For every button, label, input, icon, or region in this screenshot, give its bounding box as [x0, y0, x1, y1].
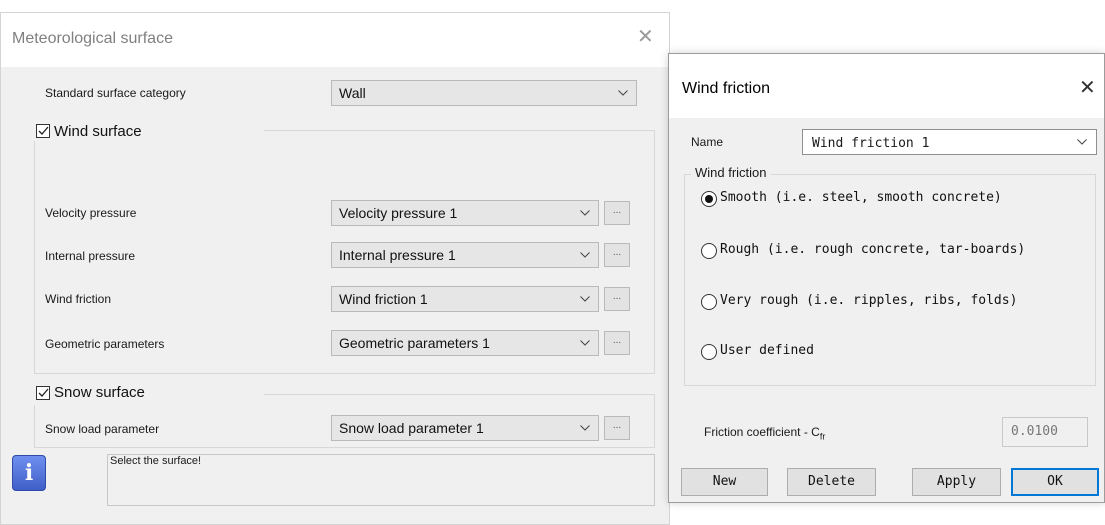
title-bar: Meteorological surface ✕: [1, 13, 669, 67]
wind-friction-select[interactable]: Wind friction 1: [331, 286, 599, 312]
very-rough-label: Very rough (i.e. ripples, ribs, folds): [720, 293, 1018, 308]
chevron-down-icon: [1074, 131, 1090, 153]
internal-pressure-value: Internal pressure 1: [339, 247, 456, 263]
velocity-pressure-browse-button[interactable]: ...: [604, 201, 630, 225]
user-defined-radio[interactable]: [701, 344, 717, 360]
wind-surface-checkbox[interactable]: [36, 124, 50, 138]
geometric-parameters-browse-button[interactable]: ...: [604, 331, 630, 355]
chevron-down-icon: [577, 288, 593, 310]
ok-button[interactable]: OK: [1011, 468, 1099, 496]
geometric-parameters-select[interactable]: Geometric parameters 1: [331, 330, 599, 356]
snow-surface-checkbox[interactable]: [36, 386, 50, 400]
friction-coefficient-subscript: fr: [819, 431, 826, 442]
geometric-parameters-label: Geometric parameters: [45, 337, 165, 351]
wind-friction-group-label: Wind friction: [691, 165, 771, 180]
velocity-pressure-select[interactable]: Velocity pressure 1: [331, 200, 599, 226]
velocity-pressure-label: Velocity pressure: [45, 206, 137, 220]
wind-friction-value: Wind friction 1: [339, 291, 428, 307]
standard-category-label: Standard surface category: [45, 86, 186, 100]
internal-pressure-label: Internal pressure: [45, 249, 136, 263]
snow-surface-label: Snow surface: [54, 384, 145, 401]
friction-coefficient-text: Friction coefficient - C: [704, 425, 820, 439]
internal-pressure-browse-button[interactable]: ...: [604, 243, 630, 267]
apply-button[interactable]: Apply: [912, 468, 1001, 496]
title-bar: Wind friction ✕: [669, 54, 1104, 118]
name-value: Wind friction 1: [812, 136, 930, 151]
wind-surface-label: Wind surface: [54, 123, 142, 140]
velocity-pressure-value: Velocity pressure 1: [339, 205, 458, 221]
chevron-down-icon: [577, 244, 593, 266]
meteorological-surface-window: Meteorological surface ✕ Standard surfac…: [0, 12, 670, 525]
smooth-radio[interactable]: [701, 191, 717, 207]
smooth-label: Smooth (i.e. steel, smooth concrete): [720, 190, 1002, 205]
wind-friction-label: Wind friction: [45, 292, 112, 306]
close-icon[interactable]: ✕: [1079, 78, 1096, 98]
friction-coefficient-field[interactable]: 0.0100: [1002, 417, 1088, 447]
standard-category-value: Wall: [339, 85, 366, 101]
status-message-box: Select the surface!: [107, 454, 655, 506]
chevron-down-icon: [577, 202, 593, 224]
standard-category-select[interactable]: Wall: [331, 80, 637, 106]
chevron-down-icon: [577, 417, 593, 439]
window-title: Meteorological surface: [12, 30, 173, 47]
chevron-down-icon: [615, 82, 631, 104]
info-icon: i: [12, 455, 46, 491]
new-button[interactable]: New: [681, 468, 768, 496]
window-title: Wind friction: [682, 80, 771, 97]
geometric-parameters-value: Geometric parameters 1: [339, 335, 490, 351]
snow-load-parameter-select[interactable]: Snow load parameter 1: [331, 415, 599, 441]
delete-button[interactable]: Delete: [787, 468, 876, 496]
user-defined-label: User defined: [720, 343, 814, 358]
wind-friction-browse-button[interactable]: ...: [604, 287, 630, 311]
snow-load-parameter-browse-button[interactable]: ...: [604, 416, 630, 440]
name-select[interactable]: Wind friction 1: [802, 129, 1097, 155]
chevron-down-icon: [577, 332, 593, 354]
rough-radio[interactable]: [701, 243, 717, 259]
wind-friction-window: Wind friction ✕ Name Wind friction 1 Win…: [668, 53, 1105, 503]
name-label: Name: [691, 135, 724, 149]
close-icon[interactable]: ✕: [637, 27, 654, 47]
status-message: Select the surface!: [110, 455, 202, 467]
internal-pressure-select[interactable]: Internal pressure 1: [331, 242, 599, 268]
rough-label: Rough (i.e. rough concrete, tar-boards): [720, 242, 1026, 257]
very-rough-radio[interactable]: [701, 294, 717, 310]
friction-coefficient-label: Friction coefficient - Cfr: [704, 425, 825, 441]
snow-load-parameter-label: Snow load parameter: [45, 422, 160, 436]
snow-load-parameter-value: Snow load parameter 1: [339, 420, 484, 436]
